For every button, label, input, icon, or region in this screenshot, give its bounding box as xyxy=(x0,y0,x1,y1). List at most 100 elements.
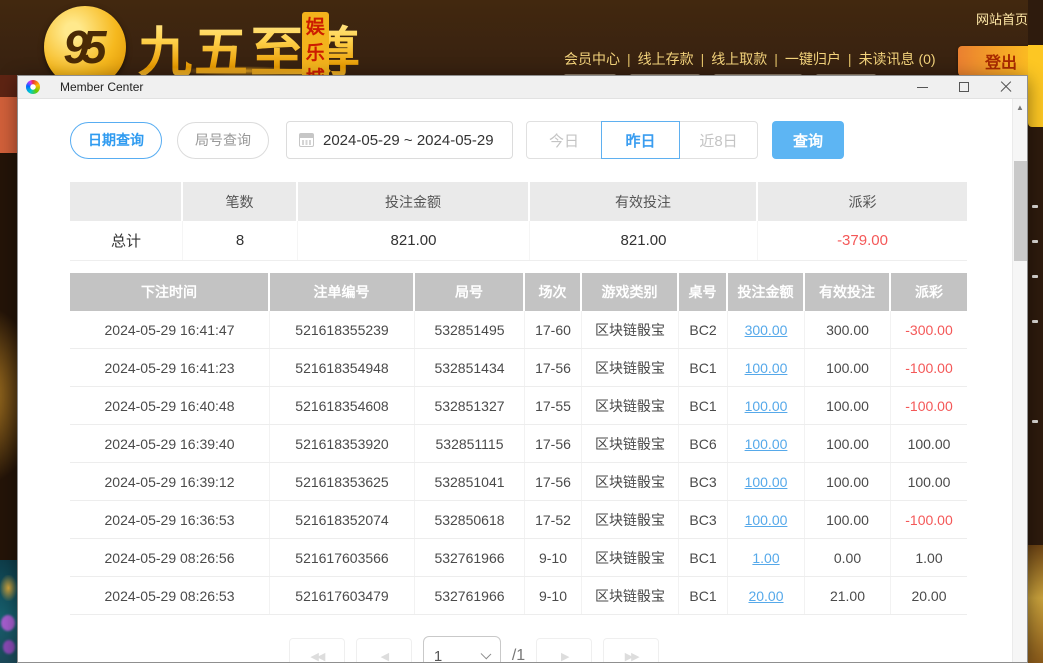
nav-bar-fragment xyxy=(0,97,17,153)
table-cell: 100.00 xyxy=(805,463,891,500)
bet-amount-link[interactable]: 20.00 xyxy=(748,588,783,604)
table-cell: 521618353625 xyxy=(270,463,415,500)
table-cell: 100.00 xyxy=(891,425,967,462)
bet-amount-link[interactable]: 100.00 xyxy=(745,398,788,414)
table-cell: 2024-05-29 16:36:53 xyxy=(70,501,270,538)
vertical-text-fragment xyxy=(1032,320,1038,323)
vertical-text-fragment xyxy=(1032,420,1038,423)
tab-round-query[interactable]: 局号查询 xyxy=(177,122,269,159)
table-cell: 2024-05-29 16:39:40 xyxy=(70,425,270,462)
table-cell: 532851115 xyxy=(415,425,525,462)
next-page-button[interactable]: ▶ xyxy=(536,638,592,662)
table-cell: 17-55 xyxy=(525,387,582,424)
vertical-scrollbar[interactable]: ▲ xyxy=(1012,99,1027,662)
member-nav-item[interactable]: 线上存款 xyxy=(638,51,694,67)
nav-separator: | xyxy=(701,51,705,67)
gold-decoration xyxy=(0,575,17,601)
table-row: 2024-05-29 16:36:53521618352074532850618… xyxy=(70,501,967,539)
table-cell: 100.00 xyxy=(805,387,891,424)
summary-header: 投注金额 xyxy=(298,182,530,221)
table-cell: BC3 xyxy=(679,501,728,538)
column-header: 注单编号 xyxy=(270,273,415,311)
search-button[interactable]: 查询 xyxy=(772,121,844,159)
quick-today-button[interactable]: 今日 xyxy=(526,121,602,159)
window-titlebar[interactable]: Member Center xyxy=(18,76,1027,99)
summary-valid-bet: 821.00 xyxy=(530,221,758,260)
tab-date-query[interactable]: 日期查询 xyxy=(70,122,162,159)
scroll-up-icon[interactable]: ▲ xyxy=(1013,99,1027,115)
table-cell: 532850618 xyxy=(415,501,525,538)
member-nav-item[interactable]: 会员中心 xyxy=(564,51,620,67)
gold-image-fragment xyxy=(1028,545,1043,663)
table-cell: 区块链骰宝 xyxy=(582,501,679,538)
member-nav: 会员中心|线上存款|线上取款|一键归户|未读讯息 (0) xyxy=(564,49,936,69)
table-cell: BC1 xyxy=(679,349,728,386)
table-cell: 521618352074 xyxy=(270,501,415,538)
records-header-row: 下注时间注单编号局号场次游戏类别桌号投注金额有效投注派彩 xyxy=(70,273,967,311)
table-cell: 521618355239 xyxy=(270,311,415,348)
page-select[interactable]: 1 xyxy=(423,636,501,662)
date-range-picker[interactable]: 2024-05-29 ~ 2024-05-29 xyxy=(286,121,513,159)
summary-payout: -379.00 xyxy=(758,221,967,260)
table-cell: 21.00 xyxy=(805,577,891,614)
bet-amount-link[interactable]: 100.00 xyxy=(745,474,788,490)
last-page-button[interactable]: ▶▶ xyxy=(603,638,659,662)
bet-amount-link[interactable]: 100.00 xyxy=(745,436,788,452)
page-select-value: 1 xyxy=(434,648,442,663)
table-cell: BC6 xyxy=(679,425,728,462)
bet-amount-cell: 300.00 xyxy=(728,311,805,348)
table-cell: 532761966 xyxy=(415,577,525,614)
chevron-down-icon xyxy=(480,649,491,660)
column-header: 有效投注 xyxy=(805,273,891,311)
site-background-left xyxy=(0,75,17,663)
table-cell: 17-56 xyxy=(525,349,582,386)
site-header: 95 九五至尊 娱乐城 网站首页 | 官 会员中心|线上存款|线上取款|一键归户… xyxy=(0,0,1043,75)
bet-amount-link[interactable]: 100.00 xyxy=(745,360,788,376)
site-background-right xyxy=(1028,0,1043,663)
table-cell: 532761966 xyxy=(415,539,525,576)
table-cell: 532851327 xyxy=(415,387,525,424)
table-cell: 17-56 xyxy=(525,463,582,500)
close-button[interactable] xyxy=(985,76,1027,98)
quick-last8-button[interactable]: 近8日 xyxy=(679,121,758,159)
member-nav-item[interactable]: 一键归户 xyxy=(785,51,841,67)
table-row: 2024-05-29 16:39:40521618353920532851115… xyxy=(70,425,967,463)
table-cell: 0.00 xyxy=(805,539,891,576)
table-row: 2024-05-29 16:41:23521618354948532851434… xyxy=(70,349,967,387)
first-page-button[interactable]: ◀◀ xyxy=(289,638,345,662)
table-cell: 1.00 xyxy=(891,539,967,576)
records-table: 下注时间注单编号局号场次游戏类别桌号投注金额有效投注派彩 2024-05-29 … xyxy=(70,273,967,615)
window-content: 日期查询 局号查询 2024-05-29 ~ 2024-05-29 今日 昨日 … xyxy=(18,99,1027,662)
table-cell: 521618353920 xyxy=(270,425,415,462)
table-cell: 2024-05-29 08:26:53 xyxy=(70,577,270,614)
scrollbar-thumb[interactable] xyxy=(1014,161,1027,261)
side-banner-fragment xyxy=(1028,45,1043,127)
account-info-clipped xyxy=(564,68,924,75)
prev-page-button[interactable]: ◀ xyxy=(356,638,412,662)
table-cell: 521617603479 xyxy=(270,577,415,614)
maximize-button[interactable] xyxy=(943,76,985,98)
minimize-button[interactable] xyxy=(901,76,943,98)
bet-amount-link[interactable]: 100.00 xyxy=(745,512,788,528)
bet-amount-cell: 100.00 xyxy=(728,387,805,424)
table-cell: 521618354608 xyxy=(270,387,415,424)
table-cell: 区块链骰宝 xyxy=(582,311,679,348)
bet-amount-link[interactable]: 1.00 xyxy=(752,550,779,566)
member-nav-item[interactable]: 未读讯息 (0) xyxy=(859,51,936,67)
summary-header xyxy=(70,182,183,221)
member-center-window: Member Center 日期查询 局号查询 2024-05-29 ~ 202… xyxy=(17,75,1028,663)
summary-header: 笔数 xyxy=(183,182,298,221)
column-header: 局号 xyxy=(415,273,525,311)
table-cell: 2024-05-29 16:41:23 xyxy=(70,349,270,386)
table-row: 2024-05-29 16:39:12521618353625532851041… xyxy=(70,463,967,501)
banner-fragment xyxy=(0,75,17,97)
table-cell: 17-56 xyxy=(525,425,582,462)
table-cell: 100.00 xyxy=(805,349,891,386)
member-nav-item[interactable]: 线上取款 xyxy=(711,51,767,67)
quick-yesterday-button[interactable]: 昨日 xyxy=(601,121,680,159)
table-cell: 521618354948 xyxy=(270,349,415,386)
table-cell: 17-52 xyxy=(525,501,582,538)
column-header: 场次 xyxy=(525,273,582,311)
table-cell: BC1 xyxy=(679,577,728,614)
bet-amount-link[interactable]: 300.00 xyxy=(745,322,788,338)
